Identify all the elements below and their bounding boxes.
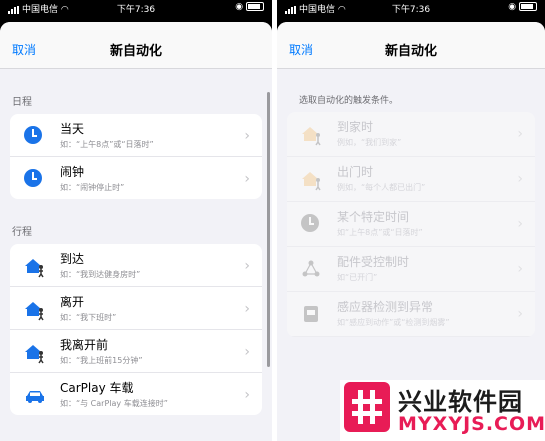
item-subtitle: 如：“闹钟停止时”	[60, 183, 125, 192]
clock-icon	[24, 126, 42, 144]
schedule-group: 当天 如：“上午8点”或“日落时” › 闹钟 如：“闹钟停止时” ›	[10, 114, 262, 199]
scrollbar[interactable]	[267, 92, 270, 367]
item-subtitle: 例如，“我们到家”	[337, 138, 402, 147]
item-subtitle: 如：“我到达健身房时”	[60, 270, 141, 279]
chevron-right-icon: ›	[517, 261, 523, 277]
battery-icon	[246, 2, 264, 11]
item-title: 感应器检测到异常	[337, 300, 434, 314]
car-icon	[26, 391, 44, 403]
item-title: 我离开前	[60, 338, 109, 352]
item-title: 当天	[60, 122, 85, 136]
list-item-specific-time[interactable]: 某个特定时间 如“上午8点”或“日落时” ›	[287, 202, 535, 247]
item-title: 到达	[60, 252, 85, 266]
list-item-carplay[interactable]: CarPlay 车载 如：“与 CarPlay 车载连接时” ›	[10, 373, 262, 415]
item-subtitle: 如“已开门”	[337, 273, 378, 282]
item-subtitle: 如“上午8点”或“日落时”	[337, 228, 423, 237]
chevron-right-icon: ›	[244, 258, 250, 274]
watermark-name: 兴业软件园	[398, 388, 523, 416]
list-item-before-i-leave[interactable]: 我离开前 如：“我上班前15分钟” ›	[10, 330, 262, 373]
item-subtitle: 如：“我下班时”	[60, 313, 117, 322]
right-phone-screen: 中国电信 ◠ 下午7:36 ◉ 取消 新自动化 选取自动化的触发条件。 到家时 …	[277, 0, 545, 441]
watermark-url: MYXYJS.COM	[398, 413, 545, 435]
item-title: 到家时	[337, 120, 374, 134]
house-person-icon	[25, 302, 44, 321]
item-title: 闹钟	[60, 165, 85, 179]
house-person-icon	[302, 127, 321, 146]
sensor-icon	[304, 306, 318, 322]
item-subtitle: 例如，“每个人都已出门”	[337, 183, 426, 192]
house-person-icon	[25, 345, 44, 364]
item-subtitle: 如“感应到动作”或“检测到烟雾”	[337, 318, 450, 327]
item-title: 离开	[60, 295, 85, 309]
status-bar: 中国电信 ◠ 下午7:36 ◉	[277, 0, 545, 16]
item-subtitle: 如：“上午8点”或“日落时”	[60, 140, 154, 149]
chevron-right-icon: ›	[517, 171, 523, 187]
status-time: 下午7:36	[116, 5, 156, 15]
left-phone-screen: 中国电信 ◠ 下午7:36 ◉ 取消 新自动化 日程 当天 如：“上午8点”或“…	[0, 0, 272, 441]
list-item-accessory-controlled[interactable]: 配件受控制时 如“已开门” ›	[287, 247, 535, 292]
item-subtitle: 如：“我上班前15分钟”	[60, 356, 143, 365]
chevron-right-icon: ›	[244, 171, 250, 187]
clock-icon	[301, 214, 319, 232]
section-header-settings: 设置	[0, 415, 272, 441]
trigger-description: 选取自动化的触发条件。	[299, 96, 399, 106]
chevron-right-icon: ›	[244, 387, 250, 403]
accessory-icon	[302, 260, 320, 277]
navbar: 取消 新自动化	[0, 22, 272, 69]
chevron-right-icon: ›	[517, 306, 523, 322]
item-subtitle: 如：“与 CarPlay 车载连接时”	[60, 399, 168, 408]
list-item-alarm[interactable]: 闹钟 如：“闹钟停止时” ›	[10, 157, 262, 199]
watermark: 兴业软件园 MYXYJS.COM	[340, 380, 545, 441]
list-item-leave-home[interactable]: 出门时 例如，“每个人都已出门” ›	[287, 157, 535, 202]
new-automation-sheet: 取消 新自动化 选取自动化的触发条件。 到家时 例如，“我们到家” › 出门时 …	[277, 22, 545, 441]
travel-group: 到达 如：“我到达健身房时” › 离开 如：“我下班时” › 我离开前 如：“我…	[10, 244, 262, 415]
page-title: 新自动化	[384, 44, 437, 59]
list-item-sensor-detects[interactable]: 感应器检测到异常 如“感应到动作”或“检测到烟雾” ›	[287, 292, 535, 337]
house-person-icon	[302, 172, 321, 191]
item-title: 配件受控制时	[337, 255, 410, 269]
orientation-lock-icon: ◉	[508, 2, 517, 12]
list-item-arrive-home[interactable]: 到家时 例如，“我们到家” ›	[287, 112, 535, 157]
chevron-right-icon: ›	[517, 216, 523, 232]
house-person-icon	[25, 259, 44, 278]
chevron-right-icon: ›	[244, 128, 250, 144]
item-title: CarPlay 车载	[60, 381, 134, 395]
item-title: 某个特定时间	[337, 210, 410, 224]
section-header-travel: 行程	[12, 227, 32, 238]
home-trigger-group: 到家时 例如，“我们到家” › 出门时 例如，“每个人都已出门” › 某个特定时…	[287, 112, 535, 337]
status-bar: 中国电信 ◠ 下午7:36 ◉	[0, 0, 272, 16]
clock-icon	[24, 169, 42, 187]
navbar: 取消 新自动化	[277, 22, 545, 69]
chevron-right-icon: ›	[244, 344, 250, 360]
page-title: 新自动化	[109, 44, 162, 59]
list-item-arrive[interactable]: 到达 如：“我到达健身房时” ›	[10, 244, 262, 287]
battery-icon	[519, 2, 537, 11]
status-time: 下午7:36	[391, 5, 431, 15]
new-automation-sheet: 取消 新自动化 日程 当天 如：“上午8点”或“日落时” › 闹钟 如：“闹钟停…	[0, 22, 272, 441]
list-item-leave[interactable]: 离开 如：“我下班时” ›	[10, 287, 262, 330]
chevron-right-icon: ›	[244, 301, 250, 317]
orientation-lock-icon: ◉	[235, 2, 244, 12]
list-item-time-of-day[interactable]: 当天 如：“上午8点”或“日落时” ›	[10, 114, 262, 157]
item-title: 出门时	[337, 165, 374, 179]
chevron-right-icon: ›	[517, 126, 523, 142]
section-header-schedule: 日程	[12, 97, 32, 108]
watermark-logo-icon	[344, 382, 390, 432]
